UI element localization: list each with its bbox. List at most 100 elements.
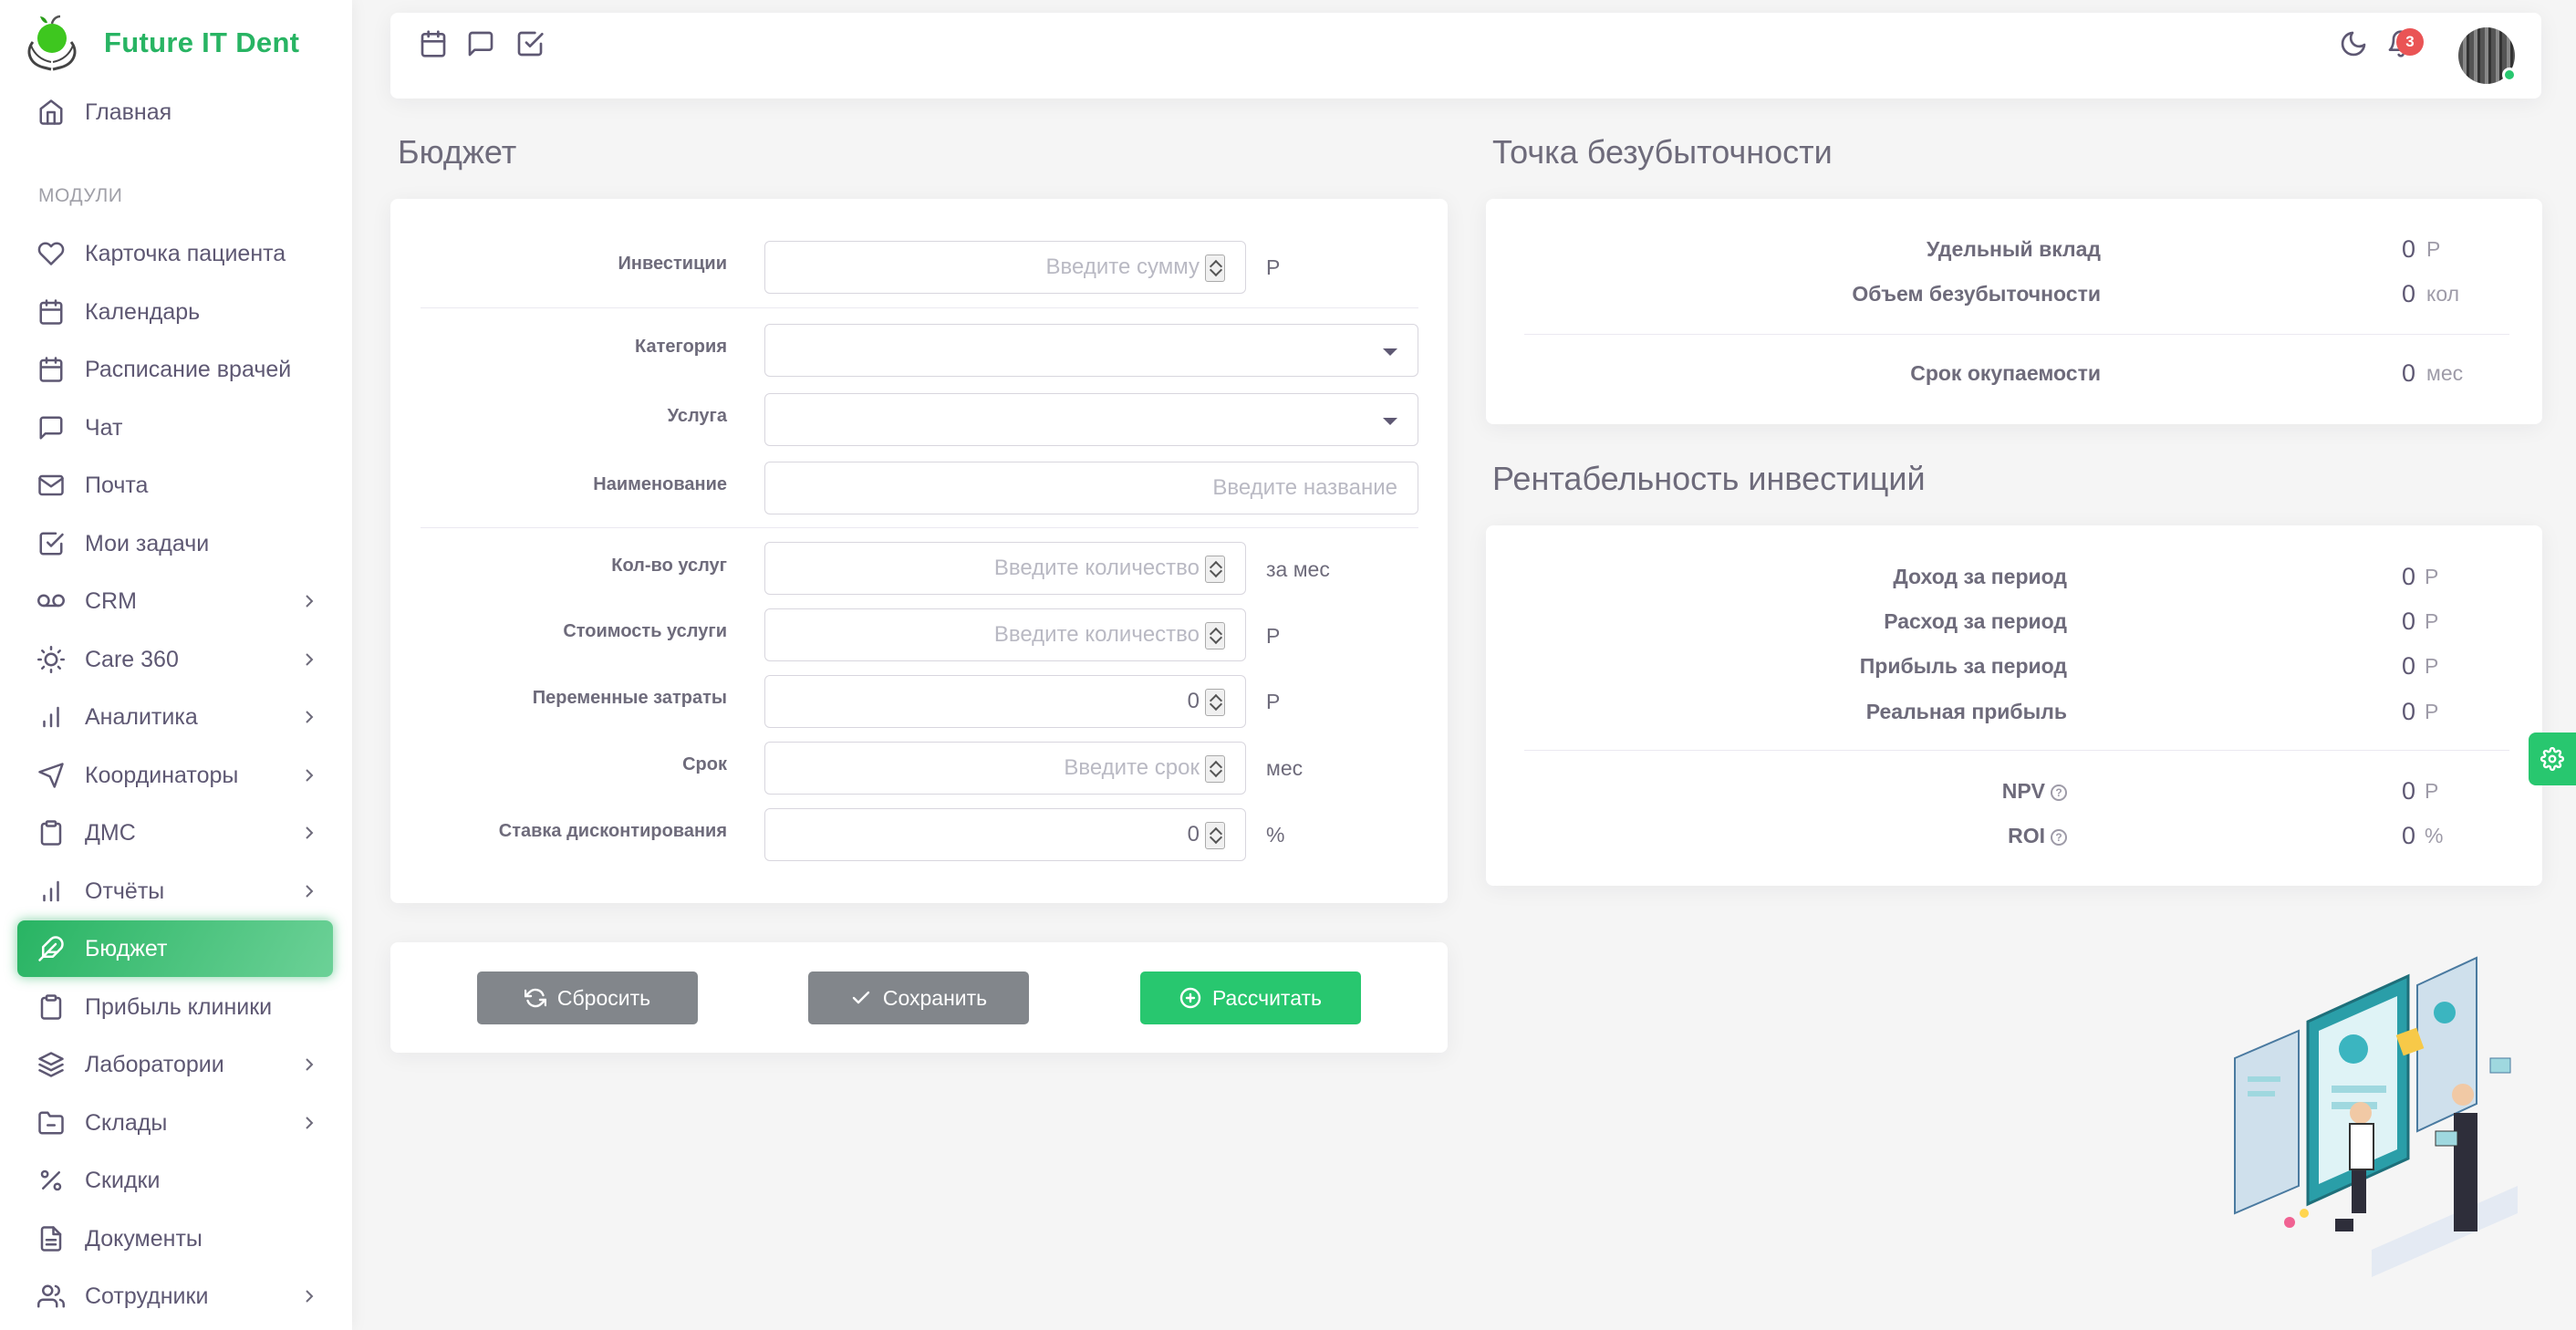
check-icon: [852, 991, 870, 1004]
roi-row-value: 0: [2401, 563, 2415, 590]
top-navbar: [390, 13, 2541, 99]
layers-icon: [37, 1051, 65, 1078]
investments-label: Инвестиции: [618, 254, 727, 274]
service-cost-stepper[interactable]: [1205, 622, 1225, 649]
sidebar-item-2[interactable]: Расписание врачей: [17, 341, 333, 398]
service-select[interactable]: [764, 393, 1418, 446]
roi-row-unit: Р: [2425, 779, 2439, 803]
voicemail-icon: [37, 587, 65, 615]
calendar-icon[interactable]: [419, 29, 448, 58]
save-button-label: Сохранить: [882, 985, 988, 1010]
apple-hands-logo-icon: [27, 15, 77, 71]
help-icon[interactable]: ?: [2051, 828, 2067, 846]
sidebar: Future IT Dent Главная МОДУЛИ Карточка п…: [0, 0, 352, 1330]
sidebar-item-13[interactable]: Прибыль клиники: [17, 979, 333, 1035]
term-stepper[interactable]: [1205, 755, 1225, 783]
roi-row-label: Расход за период: [1884, 609, 2067, 633]
category-select[interactable]: [764, 324, 1418, 377]
brand[interactable]: Future IT Dent: [20, 11, 299, 75]
variable-costs-input[interactable]: 0: [764, 675, 1246, 728]
sidebar-item-1[interactable]: Календарь: [17, 284, 333, 340]
sidebar-item-16[interactable]: Скидки: [17, 1152, 333, 1209]
sidebar-item-12[interactable]: Бюджет: [17, 920, 333, 977]
reset-button[interactable]: Сбросить: [477, 972, 698, 1024]
sidebar-item-17[interactable]: Документы: [17, 1211, 333, 1267]
roi-row-value: 0: [2401, 608, 2415, 635]
users-icon: [37, 1283, 65, 1310]
sidebar-item-label: Аналитика: [85, 703, 198, 730]
calculate-button[interactable]: Рассчитать: [1140, 972, 1361, 1024]
sidebar-item-5[interactable]: Мои задачи: [17, 515, 333, 572]
service-label: Услуга: [667, 406, 727, 426]
sidebar-item-3[interactable]: Чат: [17, 400, 333, 456]
home-icon: [37, 99, 65, 126]
roi-row-unit: Р: [2425, 654, 2439, 678]
discount-rate-input[interactable]: 0: [764, 808, 1246, 861]
sidebar-item-10[interactable]: ДМС: [17, 805, 333, 861]
breakeven-card: [1486, 199, 2542, 424]
sidebar-item-14[interactable]: Лаборатории: [17, 1036, 333, 1093]
breakeven-title: Точка безубыточности: [1492, 133, 1833, 171]
clipboard-icon: [37, 993, 65, 1021]
navigation-icon: [37, 762, 65, 789]
sun-icon: [37, 646, 65, 673]
service-count-stepper[interactable]: [1205, 556, 1225, 583]
roi-row-unit: %: [2425, 824, 2444, 847]
breakeven-row-label: Объем безубыточности: [1852, 282, 2101, 306]
sidebar-item-label: Отчёты: [85, 878, 165, 904]
sidebar-item-0[interactable]: Карточка пациента: [17, 225, 333, 282]
investments-stepper[interactable]: [1205, 255, 1225, 282]
roi-row-value: 0: [2401, 652, 2415, 680]
variable-costs-stepper[interactable]: [1205, 689, 1225, 716]
moon-icon[interactable]: [2339, 29, 2368, 58]
sidebar-item-label: Календарь: [85, 298, 201, 325]
check-square-icon[interactable]: [515, 29, 545, 58]
chevron-right-icon: [298, 706, 320, 728]
calculate-button-label: Рассчитать: [1211, 985, 1323, 1010]
divider: [421, 527, 1418, 528]
discount-rate-stepper[interactable]: [1205, 822, 1225, 849]
sidebar-item-18[interactable]: Сотрудники: [17, 1268, 333, 1325]
service-cost-input[interactable]: Введите количество: [764, 608, 1246, 661]
sidebar-item-11[interactable]: Отчёты: [17, 863, 333, 920]
sidebar-item-label: Скидки: [85, 1167, 161, 1193]
refresh-icon: [524, 988, 546, 1008]
chevron-down-icon: [1383, 418, 1397, 425]
name-input[interactable]: Введите название: [764, 462, 1418, 514]
chat-icon[interactable]: [466, 29, 495, 58]
investments-input[interactable]: Введите сумму: [764, 241, 1246, 294]
help-icon[interactable]: ?: [2051, 784, 2067, 801]
clipboard-icon: [37, 819, 65, 847]
customizer-toggle[interactable]: [2529, 733, 2576, 785]
sidebar-item-15[interactable]: Склады: [17, 1095, 333, 1151]
sidebar-item-9[interactable]: Координаторы: [17, 747, 333, 804]
sidebar-item-8[interactable]: Аналитика: [17, 689, 333, 745]
roi-row-value: 0: [2401, 777, 2415, 805]
sidebar-item-label: Прибыль клиники: [85, 993, 273, 1020]
sidebar-item-4[interactable]: Почта: [17, 457, 333, 514]
variable-costs-label: Переменные затраты: [532, 688, 727, 708]
discount-rate-value: 0: [1187, 822, 1200, 847]
mail-icon: [37, 472, 65, 499]
chevron-right-icon: [298, 1112, 320, 1134]
service-count-input[interactable]: Введите количество: [764, 542, 1246, 595]
sidebar-item-label: Чат: [85, 414, 123, 441]
sidebar-item-label: Сотрудники: [85, 1283, 209, 1309]
sidebar-item-7[interactable]: Care 360: [17, 631, 333, 688]
roi-row-value: 0: [2401, 698, 2415, 725]
budget-title: Бюджет: [398, 133, 517, 171]
roi-row-unit: Р: [2425, 565, 2439, 588]
sidebar-item-6[interactable]: CRM: [17, 573, 333, 629]
save-button[interactable]: Сохранить: [808, 972, 1029, 1024]
file-text-icon: [37, 1225, 65, 1252]
sidebar-item-label: Care 360: [85, 646, 179, 672]
name-label: Наименование: [593, 474, 727, 494]
term-input[interactable]: Введите срок: [764, 742, 1246, 795]
sidebar-item-home[interactable]: Главная: [17, 84, 333, 140]
avatar[interactable]: [2458, 27, 2517, 84]
sidebar-item-label: Лаборатории: [85, 1051, 224, 1077]
sidebar-section-header: МОДУЛИ: [38, 185, 123, 206]
check-square-icon: [37, 530, 65, 557]
roi-row-label: NPV?: [1611, 779, 2067, 804]
roi-row-label: ROI?: [1611, 824, 2067, 848]
